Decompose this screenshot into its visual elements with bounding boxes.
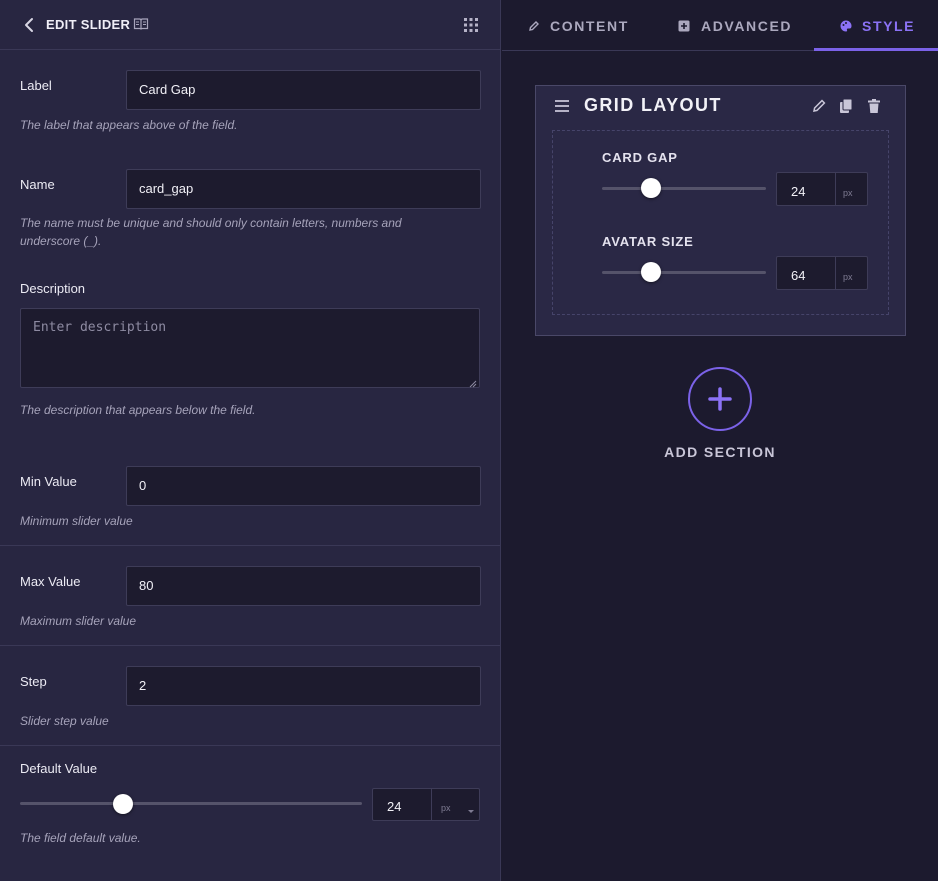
add-section-button[interactable]: [688, 367, 752, 431]
step-label: Step: [20, 674, 47, 689]
step-input[interactable]: 2: [126, 666, 481, 706]
plus-icon: [690, 369, 750, 429]
card-gap-slider-thumb[interactable]: [641, 178, 662, 198]
grid-icon[interactable]: [464, 18, 478, 32]
tab-content-label: CONTENT: [550, 18, 629, 34]
default-slider-thumb[interactable]: [112, 794, 133, 814]
tab-style[interactable]: STYLE: [840, 0, 938, 51]
tab-advanced[interactable]: ADVANCED: [678, 0, 804, 51]
tab-content[interactable]: CONTENT: [528, 0, 654, 51]
avatar-size-unit: px: [843, 272, 853, 282]
copy-icon[interactable]: [838, 98, 854, 114]
preview-panel: CONTENT ADVANCED STYLE GRID LAYOUT CARD …: [502, 0, 938, 881]
max-value-input[interactable]: 80: [126, 566, 481, 606]
description-textarea[interactable]: Enter description: [20, 308, 480, 388]
description-help-text: The description that appears below the f…: [20, 403, 256, 417]
label-help-text: The label that appears above of the fiel…: [20, 118, 238, 132]
card-gap-slider-track[interactable]: [602, 187, 766, 190]
pencil-icon[interactable]: [811, 98, 827, 114]
max-value-help: Maximum slider value: [20, 614, 137, 628]
min-value-help: Minimum slider value: [20, 514, 133, 528]
section-controls-area: CARD GAP 24 px AVATAR SIZE 64 px: [552, 130, 889, 315]
hamburger-icon[interactable]: [554, 99, 570, 113]
field-editor-panel: EDIT SLIDER Label Card Gap The label tha…: [0, 0, 501, 881]
name-help-text: The name must be unique and should only …: [20, 216, 402, 248]
default-value-number: 24: [387, 799, 402, 814]
avatar-size-label: AVATAR SIZE: [602, 234, 694, 249]
add-section-label[interactable]: ADD SECTION: [652, 444, 788, 460]
resize-handle-icon[interactable]: [469, 377, 477, 388]
unit-separator: [431, 789, 432, 820]
card-gap-number-input[interactable]: 24 px: [776, 172, 868, 206]
editor-title: EDIT SLIDER: [46, 17, 131, 32]
avatar-size-value: 64: [791, 268, 806, 283]
palette-icon: [840, 19, 852, 32]
avatar-size-slider-track[interactable]: [602, 271, 766, 274]
book-icon[interactable]: [133, 16, 149, 32]
divider: [0, 745, 500, 746]
tab-advanced-label: ADVANCED: [701, 18, 793, 34]
max-value-label: Max Value: [20, 574, 81, 589]
pencil-icon: [528, 19, 540, 31]
active-tab-indicator: [814, 48, 938, 51]
card-gap-label: CARD GAP: [602, 150, 678, 165]
description-field-label: Description: [20, 281, 86, 296]
panel-tabs: CONTENT ADVANCED STYLE: [502, 0, 938, 51]
label-input[interactable]: Card Gap: [126, 70, 481, 110]
label-field-label: Label: [20, 78, 52, 93]
plus-square-icon: [678, 19, 690, 32]
default-value-help: The field default value.: [20, 831, 141, 845]
avatar-size-number-input[interactable]: 64 px: [776, 256, 868, 290]
name-field-label: Name: [20, 177, 55, 192]
divider: [0, 645, 500, 646]
unit-separator: [835, 257, 836, 289]
section-title: GRID LAYOUT: [584, 95, 722, 115]
grid-layout-section[interactable]: GRID LAYOUT CARD GAP 24 px AVATAR SIZE 6…: [535, 85, 906, 336]
chevron-left-icon[interactable]: [22, 16, 36, 34]
card-gap-value: 24: [791, 184, 806, 199]
editor-header: EDIT SLIDER: [0, 0, 500, 50]
step-help: Slider step value: [20, 714, 109, 728]
name-input[interactable]: card_gap: [126, 169, 481, 209]
default-slider-track[interactable]: [20, 802, 362, 805]
default-value-label: Default Value: [20, 761, 98, 776]
tab-style-label: STYLE: [862, 18, 916, 34]
min-value-label: Min Value: [20, 474, 77, 489]
default-value-number-input[interactable]: 24 px: [372, 788, 480, 821]
card-gap-unit: px: [843, 188, 853, 198]
description-placeholder: Enter description: [33, 320, 167, 335]
divider: [0, 545, 500, 546]
default-unit[interactable]: px: [441, 789, 451, 827]
min-value-input[interactable]: 0: [126, 466, 481, 506]
unit-dropdown-caret-icon[interactable]: [467, 802, 475, 813]
unit-separator: [835, 173, 836, 205]
trash-icon[interactable]: [866, 98, 882, 114]
avatar-size-slider-thumb[interactable]: [641, 262, 662, 282]
